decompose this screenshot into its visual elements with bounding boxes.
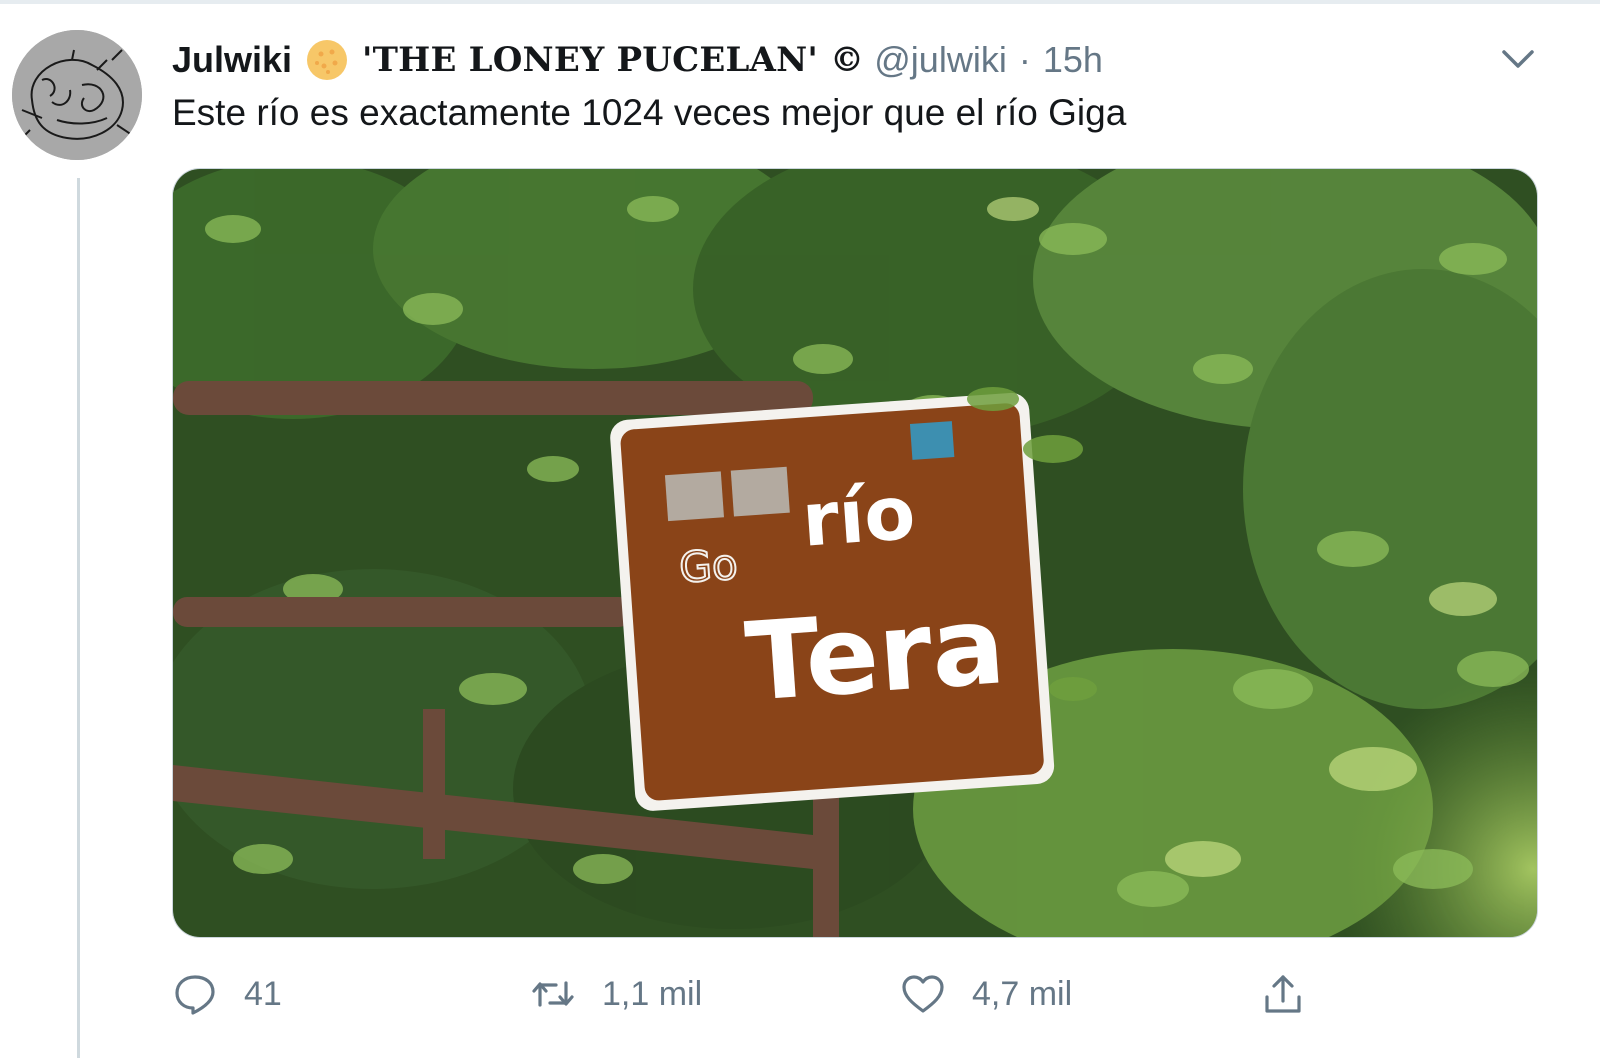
like-count: 4,7 mil — [972, 974, 1073, 1013]
tweet-text: Este río es exactamente 1024 veces mejor… — [172, 92, 1127, 133]
avatar[interactable] — [12, 30, 142, 160]
chevron-down-icon[interactable] — [1498, 44, 1538, 72]
tweet-photo[interactable]: río Go Tera — [172, 168, 1538, 938]
reply-action[interactable]: 41 — [172, 966, 282, 1022]
display-name[interactable]: Julwiki — [172, 39, 292, 81]
thread-line — [77, 178, 80, 1058]
reply-icon — [175, 975, 215, 1015]
sign-graffiti: Go — [678, 539, 740, 592]
retweet-count: 1,1 mil — [602, 974, 703, 1013]
separator-dot: · — [1018, 39, 1031, 80]
top-divider — [0, 0, 1600, 4]
like-action[interactable]: 4,7 mil — [900, 966, 1072, 1022]
reply-count: 41 — [244, 974, 282, 1013]
tweet-header: Julwiki 'THE LONEY PUCELAN' © @julwiki ·… — [172, 36, 1103, 84]
retweet-icon — [532, 981, 574, 1007]
heart-icon — [902, 975, 944, 1013]
user-handle[interactable]: @julwiki — [874, 39, 1007, 81]
share-action[interactable] — [1260, 966, 1332, 1022]
display-name-extra: 'THE LONEY PUCELAN' © — [362, 40, 865, 80]
timestamp[interactable]: 15h — [1043, 39, 1103, 81]
sign-word-tera: Tera — [742, 583, 1009, 726]
sign-word-rio: río — [799, 470, 917, 564]
tweet-actions: 41 1,1 mil 4,7 mil — [172, 966, 1372, 1022]
avatar-sketch-image — [12, 30, 142, 160]
retweet-action[interactable]: 1,1 mil — [530, 966, 702, 1022]
orange-circle-emoji-icon — [307, 40, 348, 80]
share-icon — [1265, 975, 1301, 1013]
river-sign-photo: río Go Tera — [173, 169, 1537, 937]
